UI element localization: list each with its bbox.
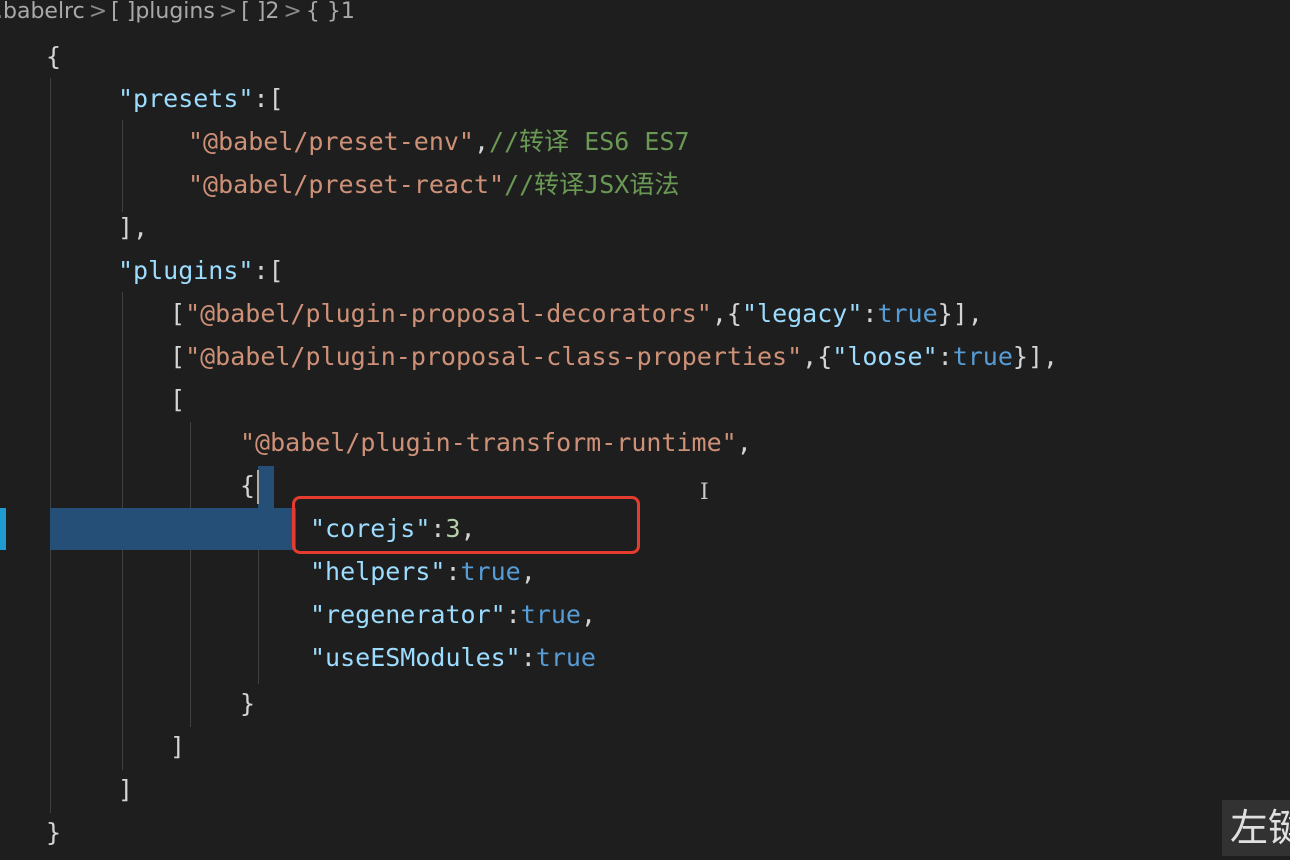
- text-caret: [257, 470, 259, 504]
- useesmodules-value: true: [535, 643, 596, 672]
- code-line-15[interactable]: "useESModules":true: [310, 636, 596, 679]
- punctuation: [: [170, 299, 186, 328]
- indent-guide: [122, 120, 123, 212]
- legacy-value: true: [877, 299, 938, 328]
- code-line-13[interactable]: "helpers":true,: [310, 550, 536, 593]
- transform-runtime-plugin-string: "@babel/plugin-transform-runtime": [240, 428, 737, 457]
- useesmodules-key: "useESModules": [310, 643, 521, 672]
- breadcrumb: .babelrc >[ ]plugins >[ ]2 >{ }1: [0, 0, 355, 28]
- preset-react-comment: //转译JSX语法: [504, 170, 680, 199]
- selection-highlight: [258, 466, 274, 510]
- helpers-key: "helpers": [310, 557, 446, 586]
- presets-key: "presets": [118, 84, 254, 113]
- loose-key: "loose": [832, 342, 938, 371]
- punctuation: :: [505, 600, 521, 629]
- breadcrumb-separator: >: [218, 0, 238, 24]
- code-line-6[interactable]: "plugins":[: [118, 249, 284, 292]
- code-line-1[interactable]: {: [46, 35, 61, 78]
- punctuation: ]: [170, 732, 186, 761]
- legacy-key: "legacy": [741, 299, 863, 328]
- punctuation: :: [862, 299, 878, 328]
- code-line-5[interactable]: ],: [118, 206, 148, 249]
- punctuation: ,{: [711, 299, 742, 328]
- punctuation: ,{: [802, 342, 833, 371]
- punctuation: ,: [520, 557, 536, 586]
- indent-guide: [50, 78, 51, 813]
- punctuation: ,: [473, 127, 490, 156]
- code-line-19[interactable]: }: [46, 811, 61, 854]
- preset-react-string: "@babel/preset-react": [188, 170, 505, 199]
- code-line-2[interactable]: "presets":[: [118, 77, 284, 120]
- punctuation: {: [240, 471, 256, 500]
- breadcrumb-object-index[interactable]: { }1: [306, 0, 355, 24]
- selection-highlight: [50, 508, 296, 550]
- watermark: 左键: [1222, 800, 1290, 856]
- regenerator-key: "regenerator": [310, 600, 506, 629]
- code-line-7[interactable]: ["@babel/plugin-proposal-decorators",{"l…: [170, 292, 983, 335]
- breadcrumb-separator: >: [283, 0, 302, 24]
- breadcrumb-file[interactable]: .babelrc: [0, 0, 85, 24]
- code-line-18[interactable]: ]: [118, 768, 133, 811]
- breadcrumb-array-index[interactable]: [ ]2: [241, 0, 279, 24]
- ibeam-cursor-icon: I: [700, 480, 709, 505]
- code-line-16[interactable]: }: [240, 682, 255, 725]
- loose-value: true: [952, 342, 1013, 371]
- code-line-17[interactable]: ]: [170, 725, 185, 768]
- regenerator-value: true: [520, 600, 581, 629]
- class-properties-plugin-string: "@babel/plugin-proposal-class-properties…: [185, 342, 803, 371]
- breadcrumb-plugins[interactable]: [ ]plugins: [111, 0, 215, 24]
- preset-env-string: "@babel/preset-env": [188, 127, 474, 156]
- code-line-10[interactable]: "@babel/plugin-transform-runtime",: [240, 421, 752, 464]
- punctuation: }],: [1012, 342, 1059, 371]
- punctuation: :[: [253, 256, 284, 285]
- punctuation: :: [520, 643, 536, 672]
- punctuation: :[: [253, 84, 284, 113]
- close-brace: }: [46, 818, 62, 847]
- punctuation: }: [240, 689, 256, 718]
- open-brace: {: [46, 42, 62, 71]
- code-editor[interactable]: .babelrc >[ ]plugins >[ ]2 >{ }1 { "presets…: [0, 0, 1290, 860]
- punctuation: [: [170, 342, 186, 371]
- punctuation: ]: [118, 775, 134, 804]
- code-line-4[interactable]: "@babel/preset-react"//转译JSX语法: [188, 163, 679, 206]
- punctuation: :: [445, 557, 461, 586]
- punctuation: ,: [580, 600, 597, 629]
- code-line-9[interactable]: [: [170, 378, 185, 421]
- preset-env-comment: //转译 ES6 ES7: [489, 127, 690, 156]
- punctuation: }],: [937, 299, 983, 328]
- punctuation: :: [937, 342, 953, 371]
- indent-guide: [190, 422, 191, 727]
- plugins-key: "plugins": [118, 256, 254, 285]
- punctuation: ,: [736, 428, 752, 457]
- modified-line-marker: [0, 508, 6, 550]
- punctuation: ],: [118, 213, 149, 242]
- breadcrumb-separator: >: [88, 0, 108, 24]
- code-line-8[interactable]: ["@babel/plugin-proposal-class-propertie…: [170, 335, 1058, 378]
- annotation-highlight-box: [292, 496, 640, 554]
- helpers-value: true: [460, 557, 521, 586]
- punctuation: [: [170, 385, 186, 414]
- decorators-plugin-string: "@babel/plugin-proposal-decorators": [185, 299, 712, 328]
- code-line-11[interactable]: {: [240, 464, 255, 507]
- code-line-3[interactable]: "@babel/preset-env",//转译 ES6 ES7: [188, 120, 690, 163]
- code-line-14[interactable]: "regenerator":true,: [310, 593, 596, 636]
